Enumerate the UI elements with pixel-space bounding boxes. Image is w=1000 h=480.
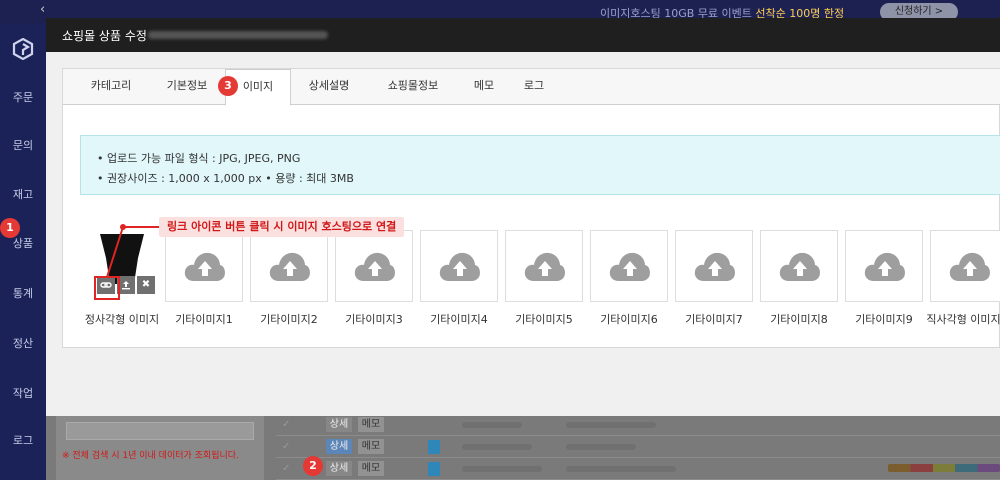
image-slot-extra-7[interactable] xyxy=(675,230,753,302)
row-blurred-text xyxy=(462,466,542,472)
image-slot-rectangle[interactable] xyxy=(930,230,1000,302)
image-label-square: 정사각형 이미지 xyxy=(84,313,160,326)
cloud-upload-icon xyxy=(184,252,225,281)
image-label-extra-1: 기타이미지1 xyxy=(175,313,233,326)
row-blurred-text xyxy=(566,444,636,450)
sidebar-item-settlement[interactable]: 정산 xyxy=(0,335,46,351)
modal-header: 쇼핑몰 상품 수정 xyxy=(46,18,1000,52)
row-thumbnail xyxy=(428,462,440,476)
image-label-extra-3: 기타이미지3 xyxy=(345,313,403,326)
cloud-upload-icon xyxy=(524,252,565,281)
row-color-swatches xyxy=(888,464,1000,472)
row-memo-button[interactable]: 메모 xyxy=(358,439,384,454)
table-row: ✓ 상세 메모 xyxy=(276,458,1000,480)
image-label-extra-7: 기타이미지7 xyxy=(685,313,743,326)
tab-category[interactable]: 카테고리 xyxy=(73,69,149,105)
row-blurred-text xyxy=(462,422,522,428)
table-row: ✓ 상세 메모 xyxy=(276,436,1000,458)
callout-arrow xyxy=(106,224,165,278)
sidebar: 주문 문의 재고 상품 통계 정산 작업 로그 xyxy=(0,24,46,480)
sidebar-item-stock[interactable]: 재고 xyxy=(0,186,46,202)
image-label-extra-8: 기타이미지8 xyxy=(770,313,828,326)
row-blurred-text xyxy=(566,422,656,428)
modal-title: 쇼핑몰 상품 수정 xyxy=(62,29,147,43)
sidebar-item-stats[interactable]: 통계 xyxy=(0,285,46,301)
sidebar-item-logs[interactable]: 로그 xyxy=(0,432,46,448)
chevron-left-icon[interactable]: ‹ xyxy=(40,2,45,17)
image-slot-extra-8[interactable] xyxy=(760,230,838,302)
image-slot-extra-5[interactable] xyxy=(505,230,583,302)
info-file-types: • 업로드 가능 파일 형식 : JPG, JPEG, PNG xyxy=(97,152,301,165)
row-detail-button[interactable]: 상세 xyxy=(326,439,352,454)
step-badge-2: 2 xyxy=(303,456,323,476)
sidebar-item-orders[interactable]: 주문 xyxy=(0,89,46,105)
sidebar-item-inquiries[interactable]: 문의 xyxy=(0,137,46,153)
image-label-extra-6: 기타이미지6 xyxy=(600,313,658,326)
image-slot-extra-1[interactable] xyxy=(165,230,243,302)
modal-body: 카테고리 기본정보 이미지 상세설명 쇼핑몰정보 메모 로그 • 업로드 가능 … xyxy=(46,52,1000,416)
cloud-upload-icon xyxy=(779,252,820,281)
image-label-rectangle: 직사각형 이미지 xyxy=(926,313,1000,326)
background-search-box xyxy=(66,422,254,440)
tab-basic-info[interactable]: 기본정보 xyxy=(149,69,225,105)
tab-panel: 카테고리 기본정보 이미지 상세설명 쇼핑몰정보 메모 로그 • 업로드 가능 … xyxy=(62,68,1000,348)
tab-log[interactable]: 로그 xyxy=(509,69,559,105)
row-thumbnail xyxy=(428,440,440,454)
step-badge-3: 3 xyxy=(218,76,238,96)
tab-memo[interactable]: 메모 xyxy=(459,69,509,105)
cloud-upload-icon xyxy=(864,252,905,281)
cloud-upload-icon xyxy=(694,252,735,281)
image-label-extra-9: 기타이미지9 xyxy=(855,313,913,326)
tab-description[interactable]: 상세설명 xyxy=(291,69,367,105)
image-slot-extra-6[interactable] xyxy=(590,230,668,302)
cloud-upload-icon xyxy=(439,252,480,281)
modal-title-blurred-product xyxy=(148,31,328,39)
background-filter-panel: ※ 전체 검색 시 1년 이내 데이터가 조회됩니다. xyxy=(56,414,264,480)
app-logo-icon[interactable] xyxy=(12,38,34,60)
row-checkbox[interactable]: ✓ xyxy=(282,463,290,474)
sidebar-item-jobs[interactable]: 작업 xyxy=(0,385,46,401)
product-edit-modal: 쇼핑몰 상품 수정 카테고리 기본정보 이미지 상세설명 쇼핑몰정보 메모 로그… xyxy=(46,18,1000,416)
image-slot-extra-9[interactable] xyxy=(845,230,923,302)
link-hint-tooltip: 링크 아이콘 버튼 클릭 시 이미지 호스팅으로 연결 xyxy=(159,217,405,237)
search-warning: ※ 전체 검색 시 1년 이내 데이터가 조회됩니다. xyxy=(62,451,239,461)
link-icon-highlight xyxy=(94,276,120,300)
row-checkbox[interactable]: ✓ xyxy=(282,441,290,452)
image-label-extra-2: 기타이미지2 xyxy=(260,313,318,326)
tab-shop-info[interactable]: 쇼핑몰정보 xyxy=(367,69,459,105)
info-recommended-size: • 권장사이즈 : 1,000 x 1,000 px • 용량 : 최대 3MB xyxy=(97,172,354,185)
tab-bar: 카테고리 기본정보 이미지 상세설명 쇼핑몰정보 메모 로그 xyxy=(63,69,1000,106)
cloud-upload-icon xyxy=(269,252,310,281)
cloud-upload-icon xyxy=(949,252,990,281)
row-checkbox[interactable]: ✓ xyxy=(282,419,290,430)
image-slot-extra-2[interactable] xyxy=(250,230,328,302)
row-memo-button[interactable]: 메모 xyxy=(358,417,384,432)
image-label-extra-5: 기타이미지5 xyxy=(515,313,573,326)
upload-info-box: • 업로드 가능 파일 형식 : JPG, JPEG, PNG • 권장사이즈 … xyxy=(80,135,1000,195)
image-slot-extra-3[interactable] xyxy=(335,230,413,302)
cloud-upload-icon xyxy=(609,252,650,281)
table-row: ✓ 상세 메모 xyxy=(276,414,1000,436)
row-blurred-text xyxy=(566,466,676,472)
row-memo-button[interactable]: 메모 xyxy=(358,461,384,476)
row-blurred-text xyxy=(462,444,532,450)
image-slot-extra-4[interactable] xyxy=(420,230,498,302)
row-detail-button[interactable]: 상세 xyxy=(326,417,352,432)
row-detail-button[interactable]: 상세 xyxy=(326,461,352,476)
cloud-upload-icon xyxy=(354,252,395,281)
step-badge-1: 1 xyxy=(0,218,20,238)
image-label-extra-4: 기타이미지4 xyxy=(430,313,488,326)
